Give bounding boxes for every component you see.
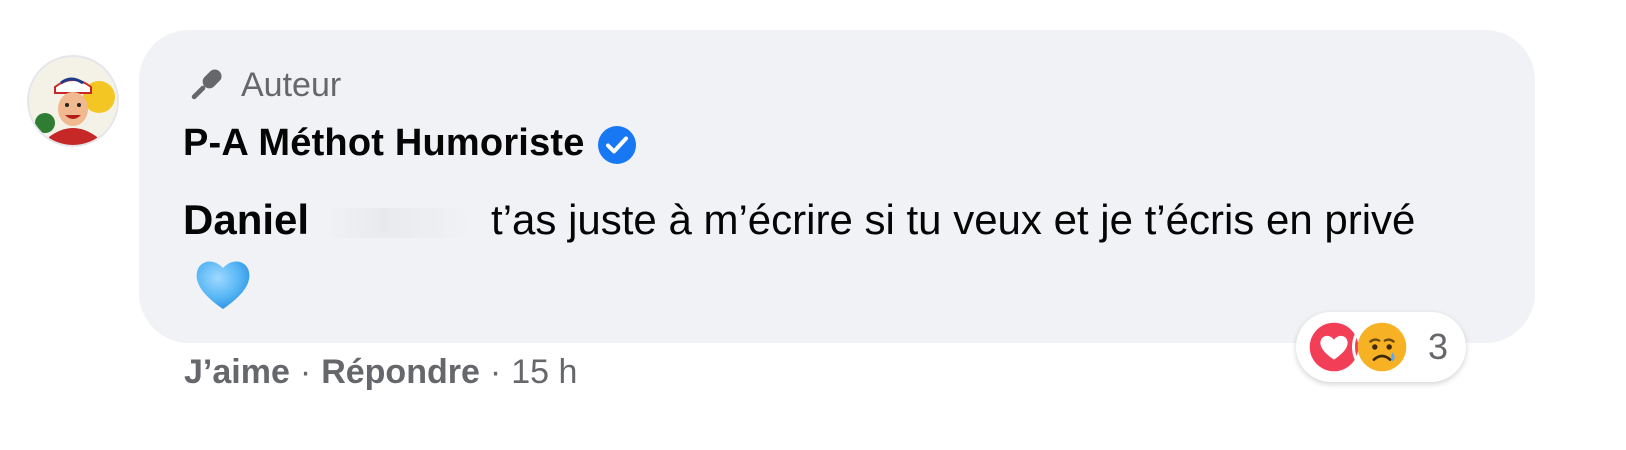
comment-bubble: Auteur P-A Méthot Humoriste Daniel t’as j… bbox=[139, 30, 1535, 343]
author-badge: Auteur bbox=[183, 62, 341, 108]
blue-heart-emoji bbox=[196, 261, 250, 309]
separator-dot: · bbox=[299, 353, 312, 391]
microphone-icon bbox=[191, 69, 222, 100]
comment-actions: J’aime · Répondre · 15 h bbox=[184, 353, 577, 392]
comment-timestamp[interactable]: 15 h bbox=[511, 353, 577, 392]
commenter-name-text[interactable]: P-A Méthot Humoriste bbox=[183, 122, 585, 165]
author-badge-label: Auteur bbox=[241, 65, 342, 104]
comment-text: Daniel t’as juste à m’écrire si tu veux e… bbox=[183, 188, 1443, 316]
verified-badge-icon bbox=[597, 125, 636, 164]
sad-reaction-icon bbox=[1352, 317, 1412, 377]
mention-link[interactable]: Daniel bbox=[183, 196, 309, 243]
commenter-avatar[interactable] bbox=[27, 55, 119, 147]
reply-button[interactable]: Répondre bbox=[321, 353, 480, 392]
reactions-summary[interactable]: 3 bbox=[1296, 312, 1467, 382]
separator-dot: · bbox=[489, 353, 502, 391]
comment-body: t’as juste à m’écrire si tu veux et je t… bbox=[491, 196, 1416, 243]
reactions-count: 3 bbox=[1428, 326, 1449, 367]
like-button[interactable]: J’aime bbox=[184, 353, 290, 392]
redacted-surname bbox=[323, 207, 474, 238]
avatar-image bbox=[29, 57, 117, 145]
commenter-name[interactable]: P-A Méthot Humoriste bbox=[183, 122, 637, 165]
